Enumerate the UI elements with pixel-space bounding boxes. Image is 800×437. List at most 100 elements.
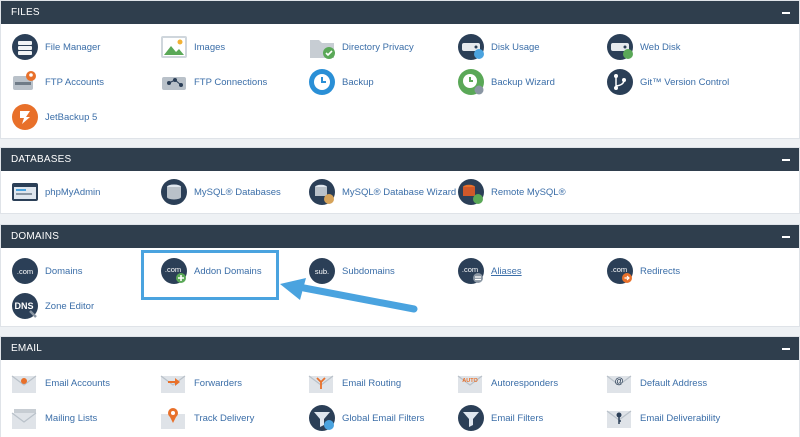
remote-mysql-link[interactable]: Remote MySQL® (457, 177, 566, 207)
backup-wizard-label: Backup Wizard (491, 76, 555, 88)
mailing-lists-link[interactable]: Mailing Lists (11, 403, 97, 433)
autoresponders-icon-text: AUTO (462, 378, 478, 384)
envelope-user-icon (11, 369, 39, 397)
email-routing-label: Email Routing (342, 377, 402, 389)
aliases-icon-text: .com (462, 265, 478, 274)
email-title: EMAIL (11, 343, 43, 354)
envelope-key-icon (606, 404, 634, 432)
redirect-domain-icon: .com (606, 257, 634, 285)
file-manager-icon (11, 33, 39, 61)
directory-privacy-label: Directory Privacy (342, 41, 414, 53)
redirects-icon-text: .com (611, 265, 627, 274)
ftp-connections-label: FTP Connections (194, 76, 268, 88)
folder-lock-icon (308, 33, 336, 61)
global-filter-icon (308, 404, 336, 432)
backup-wizard-link[interactable]: Backup Wizard (457, 67, 555, 97)
databases-header[interactable]: DATABASES (1, 148, 799, 171)
default-address-link[interactable]: @ Default Address (606, 368, 707, 398)
git-version-control-link[interactable]: Git™ Version Control (606, 67, 729, 97)
images-link[interactable]: Images (160, 32, 225, 62)
zone-editor-label: Zone Editor (45, 300, 95, 312)
email-deliverability-link[interactable]: Email Deliverability (606, 403, 720, 433)
ftp-accounts-link[interactable]: FTP Accounts (11, 67, 104, 97)
ftp-connections-icon (160, 68, 188, 96)
file-manager-label: File Manager (45, 41, 101, 53)
email-header[interactable]: EMAIL (1, 337, 799, 360)
jetbackup-icon (11, 103, 39, 131)
jetbackup-link[interactable]: JetBackup 5 (11, 102, 97, 132)
global-email-filters-link[interactable]: Global Email Filters (308, 403, 424, 433)
database-wizard-icon (308, 178, 336, 206)
databases-panel: DATABASES phpMyAdmin MySQL® Databases My… (0, 147, 800, 214)
domains-title: DOMAINS (11, 231, 60, 242)
images-icon (160, 33, 188, 61)
email-accounts-link[interactable]: Email Accounts (11, 368, 110, 398)
files-panel: FILES File Manager Images Directory Priv… (0, 0, 800, 139)
remote-mysql-label: Remote MySQL® (491, 186, 566, 198)
domains-link[interactable]: .com Domains (11, 256, 83, 286)
zone-editor-link[interactable]: DNS Zone Editor (11, 291, 94, 321)
default-address-icon-text: @ (615, 376, 624, 386)
backup-wizard-icon (457, 68, 485, 96)
aliases-label: Aliases (491, 265, 522, 277)
dns-icon: DNS (11, 292, 39, 320)
ftp-accounts-icon (11, 68, 39, 96)
global-email-filters-label: Global Email Filters (342, 412, 425, 424)
email-panel: EMAIL Email Accounts Forwarders Email Ro… (0, 336, 800, 437)
backup-icon (308, 68, 336, 96)
email-routing-link[interactable]: Email Routing (308, 368, 401, 398)
disk-usage-link[interactable]: Disk Usage (457, 32, 540, 62)
mysql-databases-link[interactable]: MySQL® Databases (160, 177, 281, 207)
domain-com-icon: .com (11, 257, 39, 285)
email-collapse-icon[interactable] (781, 344, 791, 354)
email-filters-link[interactable]: Email Filters (457, 403, 543, 433)
track-delivery-link[interactable]: Track Delivery (160, 403, 254, 433)
forwarders-label: Forwarders (194, 377, 243, 389)
envelope-routing-icon (308, 369, 336, 397)
database-icon (160, 178, 188, 206)
phpmyadmin-link[interactable]: phpMyAdmin (11, 177, 100, 207)
email-filters-label: Email Filters (491, 412, 544, 424)
aliases-link[interactable]: .com Aliases (457, 256, 522, 286)
files-header[interactable]: FILES (1, 1, 799, 24)
forwarders-link[interactable]: Forwarders (160, 368, 242, 398)
envelope-auto-icon: AUTO (457, 369, 485, 397)
domains-header[interactable]: DOMAINS (1, 225, 799, 248)
autoresponders-label: Autoresponders (491, 377, 559, 389)
default-address-label: Default Address (640, 377, 708, 389)
email-deliverability-label: Email Deliverability (640, 412, 721, 424)
ftp-accounts-label: FTP Accounts (45, 76, 104, 88)
backup-link[interactable]: Backup (308, 67, 374, 97)
web-disk-link[interactable]: Web Disk (606, 32, 680, 62)
ftp-connections-link[interactable]: FTP Connections (160, 67, 267, 97)
envelope-pin-icon (160, 404, 188, 432)
email-accounts-label: Email Accounts (45, 377, 110, 389)
filter-icon (457, 404, 485, 432)
git-version-control-label: Git™ Version Control (640, 76, 730, 88)
domains-icon-text: .com (17, 267, 33, 276)
addon-domains-highlight-box (141, 250, 279, 300)
mysql-database-wizard-link[interactable]: MySQL® Database Wizard (308, 177, 456, 207)
pointer-arrow-icon (280, 278, 418, 313)
redirects-link[interactable]: .com Redirects (606, 256, 680, 286)
autoresponders-link[interactable]: AUTO Autoresponders (457, 368, 558, 398)
domains-collapse-icon[interactable] (781, 232, 791, 242)
files-collapse-icon[interactable] (781, 8, 791, 18)
remote-database-icon (457, 178, 485, 206)
cpanel-page: FILES File Manager Images Directory Priv… (0, 0, 800, 437)
web-disk-icon (606, 33, 634, 61)
backup-label: Backup (342, 76, 374, 88)
disk-usage-label: Disk Usage (491, 41, 540, 53)
databases-collapse-icon[interactable] (781, 155, 791, 165)
disk-usage-icon (457, 33, 485, 61)
mysql-database-wizard-label: MySQL® Database Wizard (342, 186, 457, 198)
envelope-at-icon: @ (606, 369, 634, 397)
alias-domain-icon: .com (457, 257, 485, 285)
envelope-forward-icon (160, 369, 188, 397)
web-disk-label: Web Disk (640, 41, 681, 53)
directory-privacy-link[interactable]: Directory Privacy (308, 32, 414, 62)
files-title: FILES (11, 7, 40, 18)
phpmyadmin-label: phpMyAdmin (45, 186, 101, 198)
file-manager-link[interactable]: File Manager (11, 32, 100, 62)
jetbackup-label: JetBackup 5 (45, 111, 98, 123)
